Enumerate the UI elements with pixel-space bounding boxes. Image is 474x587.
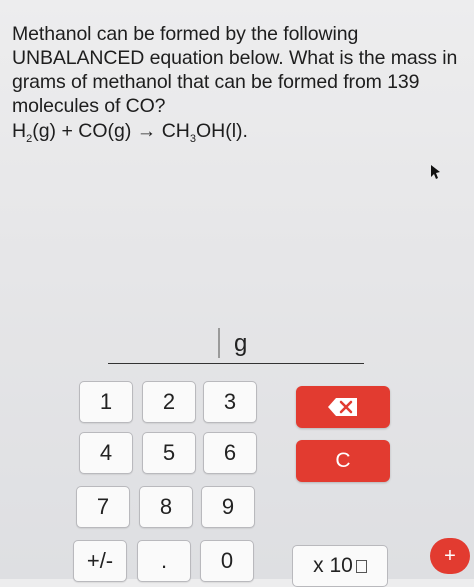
question-line: grams of methanol that can be formed fro… — [12, 71, 420, 93]
key-7[interactable]: 7 — [76, 486, 130, 528]
key-3[interactable]: 3 — [203, 381, 257, 423]
key-6[interactable]: 6 — [203, 432, 257, 474]
key-9[interactable]: 9 — [201, 486, 255, 528]
equation-part: OH(l). — [195, 120, 248, 142]
unit-label: g — [234, 330, 248, 357]
backspace-icon — [328, 398, 357, 416]
mouse-pointer-icon — [431, 165, 440, 179]
exponent-box-icon — [355, 559, 367, 573]
question-line: Methanol can be formed by the following — [12, 23, 359, 45]
answer-input-cursor[interactable] — [218, 328, 220, 358]
clear-button[interactable]: C — [296, 440, 390, 482]
key-1[interactable]: 1 — [79, 381, 133, 423]
key-plus-minus[interactable]: +/- — [73, 540, 127, 582]
key-5[interactable]: 5 — [142, 432, 196, 474]
key-2[interactable]: 2 — [142, 381, 196, 423]
key-4[interactable]: 4 — [79, 432, 133, 474]
key-0[interactable]: 0 — [200, 540, 254, 582]
equation-part: H — [12, 120, 27, 142]
key-8[interactable]: 8 — [139, 486, 193, 528]
backspace-button[interactable] — [296, 386, 390, 428]
plus-button[interactable]: + — [430, 538, 470, 574]
scientific-notation-button[interactable]: x 10 — [292, 545, 388, 587]
answer-area[interactable]: g — [108, 318, 364, 364]
answer-underline — [108, 363, 364, 364]
key-decimal[interactable]: . — [137, 540, 191, 582]
question-text: Methanol can be formed by the following … — [12, 22, 470, 118]
chemical-equation: H2(g) + CO(g) → CH3OH(l). — [12, 119, 248, 151]
equation-part: (g) + CO(g) → CH — [32, 120, 190, 142]
question-line: molecules of CO? — [12, 95, 166, 117]
question-line: UNBALANCED equation below. What is the m… — [12, 47, 458, 69]
sci-label: x 10 — [313, 554, 353, 577]
